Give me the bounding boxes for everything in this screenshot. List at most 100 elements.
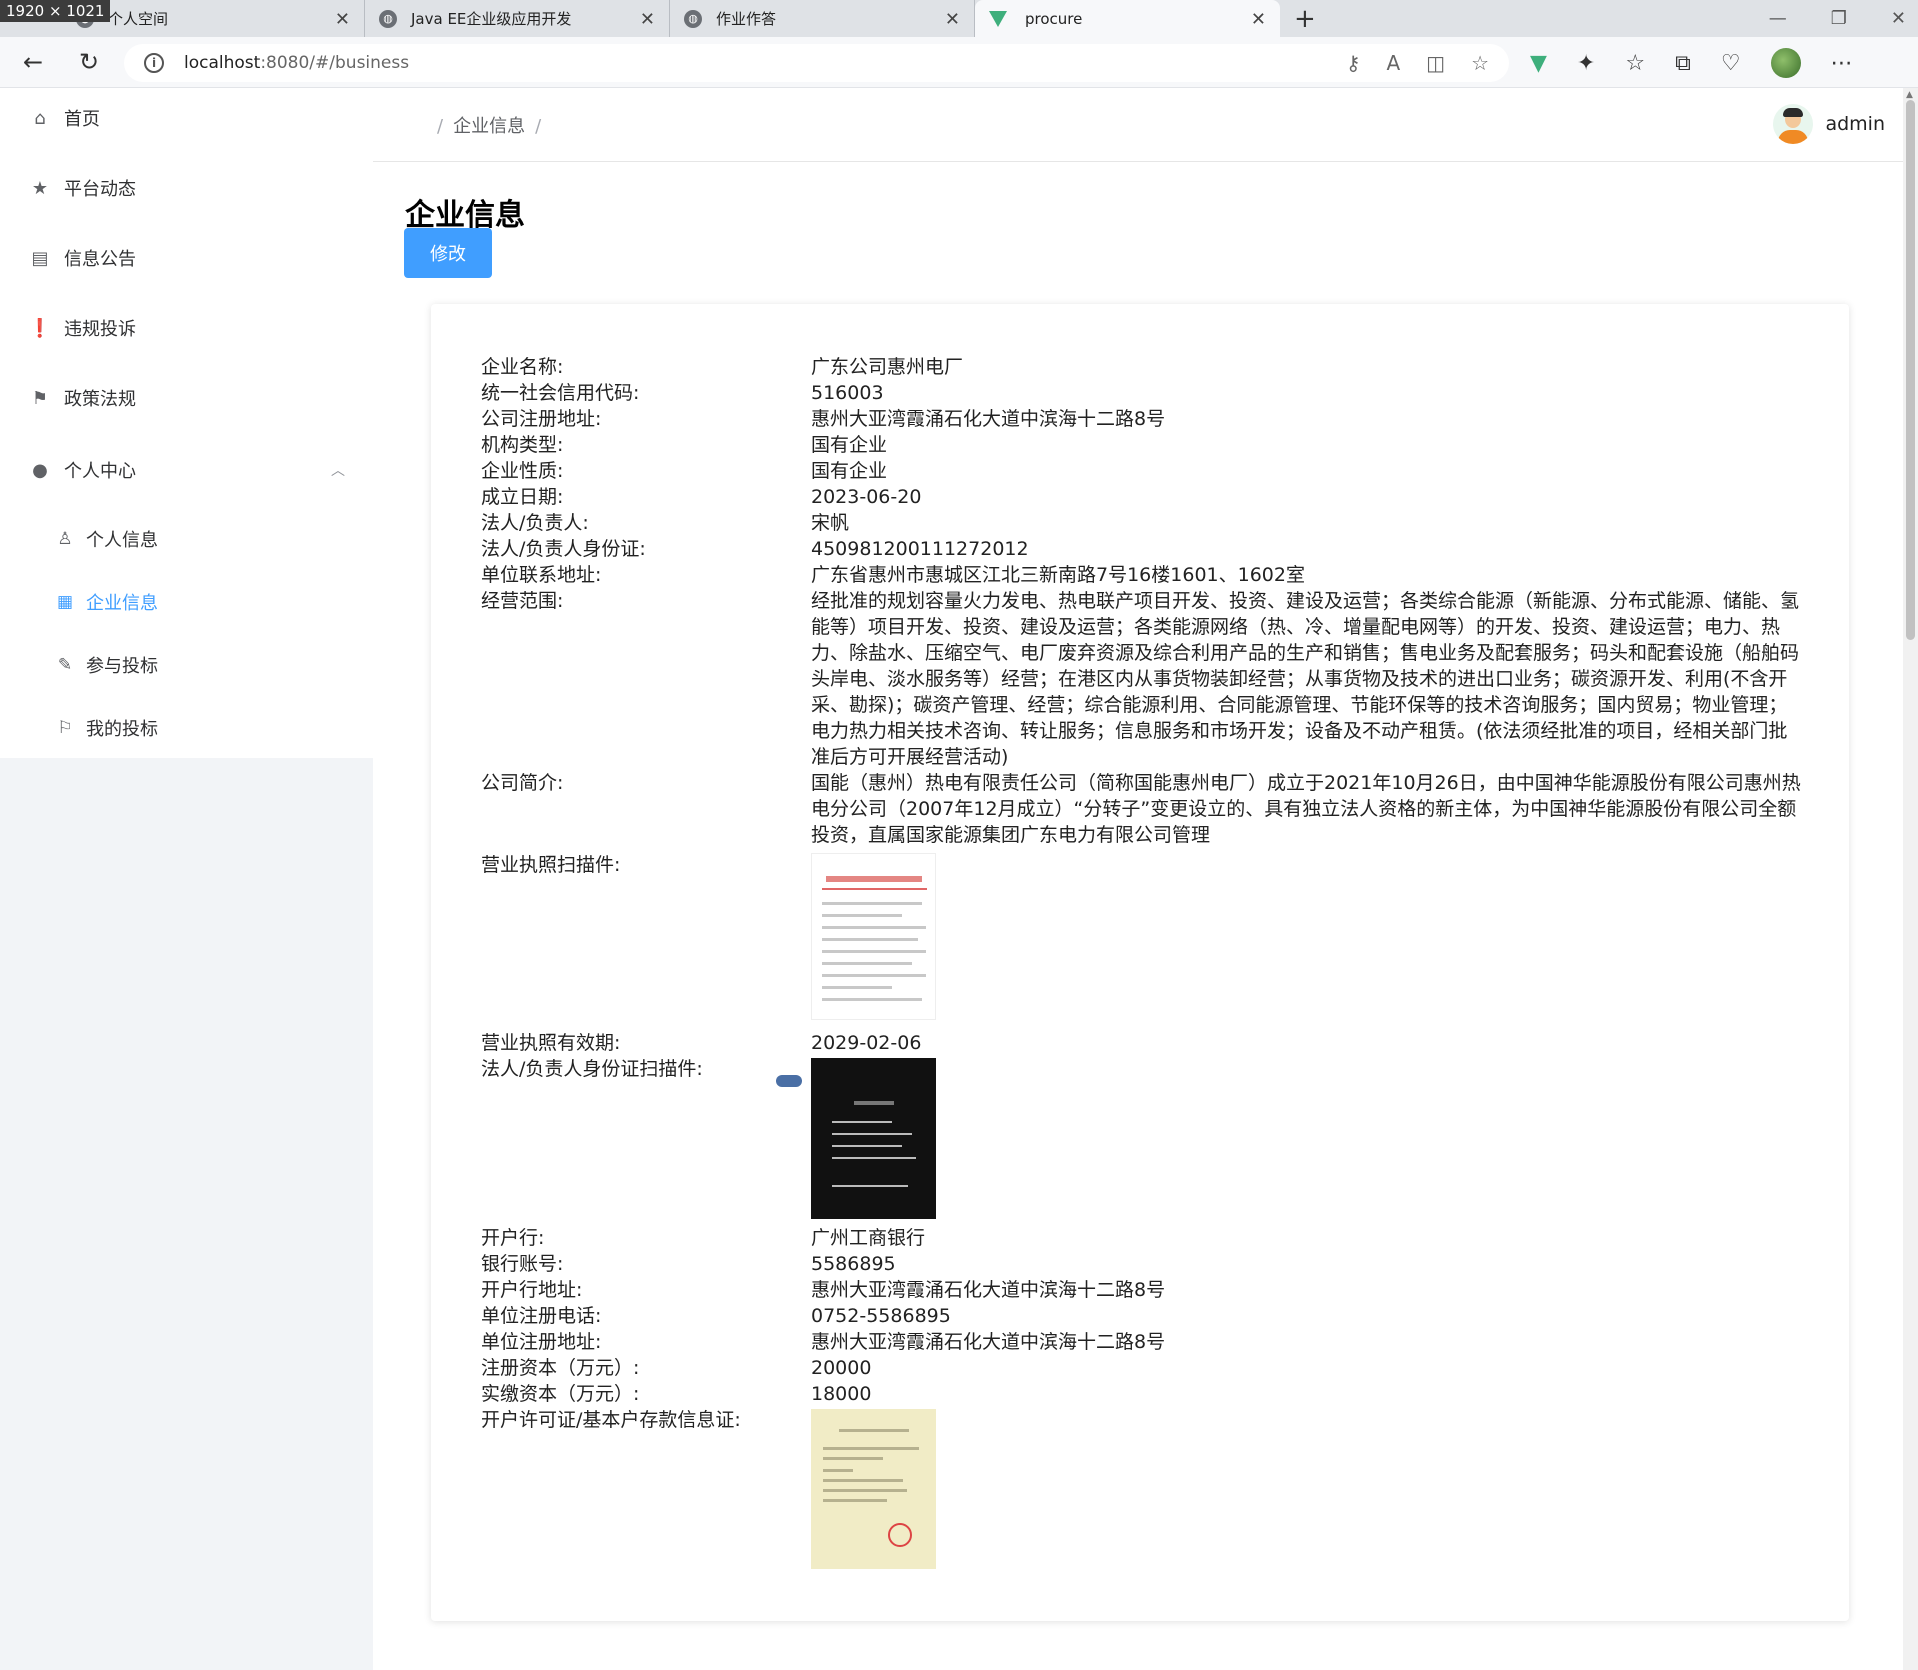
field-value xyxy=(811,852,1801,1020)
sidebar-subitem-company-info[interactable]: ▦ 企业信息 xyxy=(0,574,373,630)
info-row: 实缴资本（万元）: 18000 xyxy=(481,1381,1801,1407)
browser-tab-active[interactable]: procure ✕ xyxy=(975,0,1280,37)
read-aloud-icon[interactable]: A xyxy=(1386,51,1400,75)
info-row: 成立日期: 2023-06-20 xyxy=(481,484,1801,510)
extensions-icon[interactable]: ✦ xyxy=(1577,51,1595,76)
close-tab-icon[interactable]: ✕ xyxy=(640,9,655,30)
favorite-star-icon[interactable]: ☆ xyxy=(1471,51,1489,75)
sidebar-item-label: 违规投诉 xyxy=(64,319,136,340)
header-bar: / 企业信息 / admin xyxy=(373,88,1903,162)
close-tab-icon[interactable]: ✕ xyxy=(335,9,350,30)
field-value xyxy=(811,1407,1801,1569)
field-label: 成立日期: xyxy=(481,486,564,508)
sidebar-item-complaints[interactable]: ❗ 违规投诉 xyxy=(0,298,373,358)
sidebar-item-label: 政策法规 xyxy=(64,389,136,410)
back-icon[interactable]: ← xyxy=(20,48,46,76)
tab-title: 作业作答 xyxy=(716,10,777,28)
sidebar-item-news[interactable]: ★ 平台动态 xyxy=(0,158,373,218)
field-value: 国有企业 xyxy=(811,434,888,456)
star-icon: ★ xyxy=(31,177,49,199)
split-screen-icon[interactable]: ◫ xyxy=(1426,51,1445,75)
field-label: 公司注册地址: xyxy=(481,408,602,430)
url-path: :8080/#/business xyxy=(260,53,410,73)
field-label: 实缴资本（万元）: xyxy=(481,1383,640,1405)
minimize-icon[interactable]: — xyxy=(1769,8,1787,29)
profile-avatar[interactable] xyxy=(1770,48,1801,78)
info-row: 营业执照扫描件: xyxy=(481,852,1801,1020)
field-value xyxy=(776,1056,1801,1219)
field-value: 国有企业 xyxy=(811,460,888,482)
edit-button[interactable]: 修改 xyxy=(404,228,492,278)
tab-title: procure xyxy=(1025,9,1083,28)
field-value: 516003 xyxy=(811,382,884,404)
document-icon: ▤ xyxy=(31,247,49,269)
field-value: 惠州大亚湾霞涌石化大道中滨海十二路8号 xyxy=(811,1279,1166,1301)
scroll-up-arrow-icon[interactable]: ▲ xyxy=(1906,90,1913,100)
sidebar-item-label: 首页 xyxy=(64,109,100,130)
field-label: 开户行: xyxy=(481,1227,545,1249)
tab-title: 个人空间 xyxy=(108,10,169,28)
browser-essentials-icon[interactable]: ♡ xyxy=(1721,51,1741,76)
info-row: 公司注册地址: 惠州大亚湾霞涌石化大道中滨海十二路8号 xyxy=(481,406,1801,432)
url-input[interactable]: i localhost:8080/#/business ⚷ A ◫ ☆ xyxy=(124,44,1509,82)
new-tab-icon[interactable]: + xyxy=(1294,0,1316,37)
edit-icon: ✎ xyxy=(57,655,73,675)
field-label: 营业执照有效期: xyxy=(481,1032,621,1054)
user-menu[interactable]: admin xyxy=(1773,104,1885,144)
field-value: 2023-06-20 xyxy=(811,486,922,508)
browser-tab[interactable]: ◍ 作业作答 ✕ xyxy=(670,0,975,37)
sidebar-subitem-personal-info[interactable]: ♙ 个人信息 xyxy=(0,511,373,567)
sidebar-subitem-label: 我的投标 xyxy=(86,719,158,740)
field-label: 单位注册电话: xyxy=(481,1305,602,1327)
window-controls: — ❐ ✕ xyxy=(1769,0,1906,37)
id-card-scan-image[interactable] xyxy=(776,1058,936,1219)
collections-icon[interactable]: ⧉ xyxy=(1675,51,1691,76)
field-value: 惠州大亚湾霞涌石化大道中滨海十二路8号 xyxy=(811,408,1166,430)
field-value: 18000 xyxy=(811,1383,872,1405)
scrollbar-thumb[interactable] xyxy=(1906,100,1915,640)
sidebar-item-label: 信息公告 xyxy=(64,249,136,270)
info-row: 统一社会信用代码: 516003 xyxy=(481,380,1801,406)
browser-tab[interactable]: ◍ Java EE企业级应用开发 ✕ xyxy=(365,0,670,37)
reload-icon[interactable]: ↻ xyxy=(76,48,102,76)
sidebar-subitem-join-bid[interactable]: ✎ 参与投标 xyxy=(0,637,373,693)
close-window-icon[interactable]: ✕ xyxy=(1891,8,1906,29)
account-permit-scan-image[interactable] xyxy=(811,1409,936,1569)
restore-icon[interactable]: ❐ xyxy=(1831,8,1847,29)
user-icon: ● xyxy=(32,459,48,481)
business-license-scan-image[interactable] xyxy=(811,853,936,1020)
field-label: 单位联系地址: xyxy=(481,564,602,586)
url-host: localhost xyxy=(184,53,261,73)
favorites-icon[interactable]: ☆ xyxy=(1625,51,1645,76)
sidebar-item-home[interactable]: ⌂ 首页 xyxy=(0,88,373,148)
site-info-icon[interactable]: i xyxy=(144,53,164,73)
address-bar: ← ↻ i localhost:8080/#/business ⚷ A ◫ ☆ … xyxy=(0,37,1918,88)
field-label: 法人/负责人身份证: xyxy=(481,538,646,560)
sidebar-subitem-my-bids[interactable]: ⚐ 我的投标 xyxy=(0,700,373,756)
sidebar-item-policies[interactable]: ⚑ 政策法规 xyxy=(0,368,373,428)
more-menu-icon[interactable]: ⋯ xyxy=(1831,51,1853,76)
sidebar-item-label: 个人中心 xyxy=(64,461,136,482)
field-label: 法人/负责人: xyxy=(481,512,589,534)
sidebar-subitem-label: 企业信息 xyxy=(86,593,158,614)
field-label: 开户许可证/基本户存款信息证: xyxy=(481,1409,741,1431)
field-label: 企业名称: xyxy=(481,356,564,378)
field-value: 宋帆 xyxy=(811,512,850,534)
main-content: / 企业信息 / admin 企业信息 修改 企业名称: 广东公司惠州电厂 统一社会信… xyxy=(373,88,1903,1670)
close-tab-icon[interactable]: ✕ xyxy=(1251,9,1266,30)
browser-tab-bar: ● 个人空间 ✕ ◍ Java EE企业级应用开发 ✕ ◍ 作业作答 ✕ pro… xyxy=(0,0,1918,37)
warning-icon: ❗ xyxy=(28,317,52,339)
page-scrollbar[interactable]: ▲ xyxy=(1903,88,1918,1670)
info-row: 单位注册电话: 0752-5586895 xyxy=(481,1303,1801,1329)
company-info-card: 企业名称: 广东公司惠州电厂 统一社会信用代码: 516003 公司注册地址: 惠州大… xyxy=(431,304,1849,1621)
info-list: 企业名称: 广东公司惠州电厂 统一社会信用代码: 516003 公司注册地址: 惠州大… xyxy=(481,354,1801,1569)
key-icon[interactable]: ⚷ xyxy=(1346,51,1361,75)
globe-icon: ◍ xyxy=(379,9,397,28)
sidebar-item-announcements[interactable]: ▤ 信息公告 xyxy=(0,228,373,288)
close-tab-icon[interactable]: ✕ xyxy=(945,9,960,30)
info-row: 企业性质: 国有企业 xyxy=(481,458,1801,484)
vue-devtools-icon[interactable]: ▼ xyxy=(1530,51,1547,76)
sidebar-item-personal-center[interactable]: ● 个人中心 ︿ xyxy=(0,440,373,500)
info-row: 经营范围: 经批准的规划容量火力发电、热电联产项目开发、投资、建设及运营；各类综合… xyxy=(481,588,1801,770)
info-row: 法人/负责人: 宋帆 xyxy=(481,510,1801,536)
